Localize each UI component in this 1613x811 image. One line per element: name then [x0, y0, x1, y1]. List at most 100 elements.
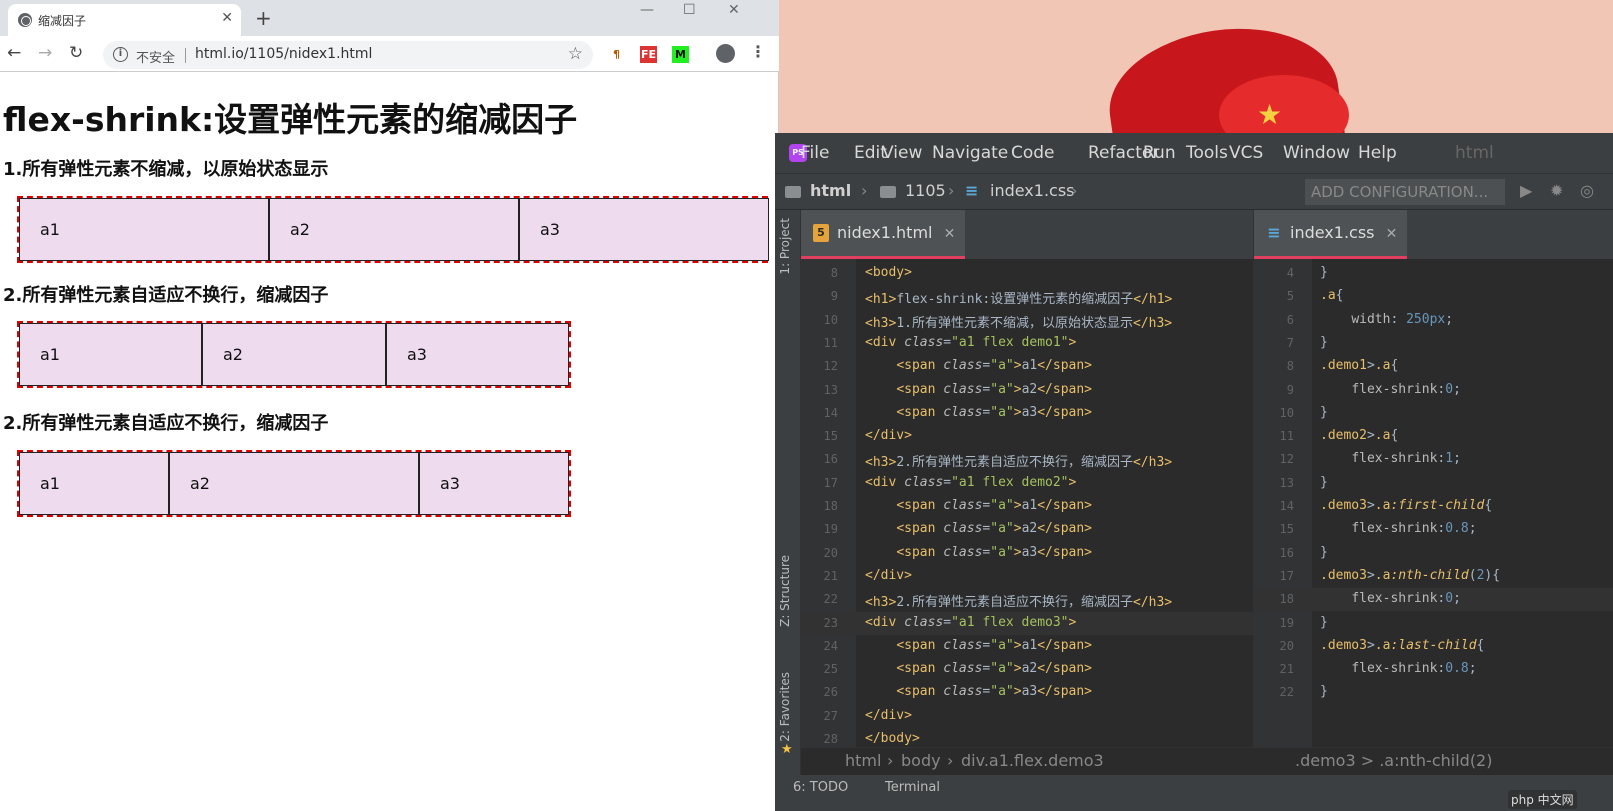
tab-index1-css[interactable]: ≡ index1.css ✕: [1254, 210, 1408, 259]
breadcrumb-css-selector[interactable]: .demo3 > .a:nth-child(2): [1295, 751, 1492, 770]
menu-vcs[interactable]: VCS: [1229, 143, 1263, 163]
line-number: 10: [1279, 405, 1294, 420]
code-line: flex-shrink:0;: [1320, 591, 1461, 606]
coverage-icon[interactable]: ◎: [1580, 181, 1594, 200]
structure-tool-button[interactable]: Z: Structure: [778, 555, 792, 627]
line-number: 9: [830, 289, 838, 304]
url-text[interactable]: html.io/1105/nidex1.html: [195, 46, 372, 62]
line-number: 22: [1279, 685, 1294, 700]
code-token: "a": [990, 358, 1014, 374]
code-token: flex-shrink: [1351, 661, 1438, 677]
ide-navigation-bar: html › 1105 › ≡ index1.css › ADD CONFIGU…: [775, 173, 1613, 210]
run-icon[interactable]: ▶: [1520, 181, 1532, 200]
code-token: </h1>: [1133, 292, 1173, 308]
line-number: 19: [1279, 615, 1294, 630]
line-number: 20: [1279, 638, 1294, 653]
menu-view[interactable]: View: [882, 143, 922, 163]
breadcrumb-div[interactable]: div.a1.flex.demo3: [961, 751, 1104, 770]
code-line: .demo1>.a{: [1320, 358, 1398, 373]
new-tab-button[interactable]: +: [255, 6, 272, 30]
code-token: "a": [990, 381, 1014, 397]
code-line: <span class="a">a3</span>: [865, 684, 1092, 699]
line-number: 17: [823, 475, 838, 490]
line-number: 11: [823, 335, 838, 350]
code-token: <span: [896, 404, 944, 420]
code-token: }: [1320, 334, 1328, 350]
code-token: class: [943, 684, 983, 700]
debug-icon[interactable]: ✹: [1550, 181, 1563, 200]
line-number: 19: [823, 522, 838, 537]
window-close-icon[interactable]: ✕: [728, 2, 740, 18]
code-token: 2.所有弹性元素自适应不换行，缩减因子: [896, 595, 1133, 611]
code-token: >: [1013, 684, 1022, 700]
code-token: ;: [1468, 661, 1477, 677]
code-token: flex-shrink:设置弹性元素的缩减因子: [896, 292, 1134, 308]
nav-crumb-file[interactable]: index1.css: [990, 181, 1075, 200]
html-code-area[interactable]: 8 <body> 9 <h1>flex-shrink:设置弹性元素的缩减因子</h1>…: [801, 259, 1253, 747]
pilcrow-extension-icon[interactable]: ¶: [608, 46, 625, 63]
demo1-container: a1 a2 a3: [17, 196, 769, 263]
code-line: width: 250px;: [1320, 312, 1453, 327]
nav-crumb-folder[interactable]: 1105: [905, 181, 946, 200]
ide-window: PS html File Edit View Navigate Code Refactor…: [775, 133, 1613, 811]
code-token: {: [1390, 358, 1399, 374]
editor-tab-strip: 5 nidex1.html ✕: [801, 210, 1253, 259]
close-tab-icon[interactable]: ✕: [944, 226, 956, 242]
favorites-tool-button[interactable]: 2: Favorites: [778, 672, 792, 742]
project-tool-button[interactable]: 1: Project: [778, 218, 792, 275]
code-token: 1.所有弹性元素不缩减，以原始状态显示: [896, 315, 1133, 331]
code-token: flex-shrink: [1351, 381, 1438, 397]
divider: [185, 48, 186, 63]
menu-navigate[interactable]: Navigate: [932, 143, 1008, 163]
menu-code[interactable]: Code: [1011, 143, 1055, 163]
menu-window[interactable]: Window: [1283, 143, 1350, 163]
bookmark-star-icon[interactable]: ☆: [568, 44, 583, 64]
maximize-icon[interactable]: ☐: [683, 2, 696, 18]
code-line: }: [1320, 545, 1328, 560]
todo-tool-button[interactable]: 6: TODO: [793, 780, 848, 795]
fe-extension-icon[interactable]: FE: [640, 46, 657, 63]
code-token: class: [943, 521, 983, 537]
close-tab-icon[interactable]: ✕: [221, 10, 233, 26]
code-line: <div class="a1 flex demo1">: [865, 335, 1076, 350]
code-line: .a{: [1320, 288, 1343, 303]
watermark-label: php 中文网: [1508, 790, 1577, 809]
profile-avatar-icon[interactable]: [716, 44, 735, 63]
code-token: .demo3: [1320, 498, 1367, 513]
add-configuration-button[interactable]: ADD CONFIGURATION...: [1305, 179, 1505, 205]
code-line: .demo3>.a:last-child{: [1320, 638, 1484, 653]
breadcrumb-body[interactable]: body: [901, 751, 941, 770]
browser-tab[interactable]: 缩减因子 ✕: [8, 4, 241, 36]
menu-file[interactable]: File: [801, 143, 829, 163]
menu-tools[interactable]: Tools: [1186, 143, 1228, 163]
code-token: >: [1013, 381, 1022, 397]
nav-crumb-project[interactable]: html: [810, 181, 851, 200]
more-menu-icon[interactable]: ⋮: [750, 42, 766, 61]
terminal-tool-button[interactable]: Terminal: [885, 780, 940, 795]
close-tab-icon[interactable]: ✕: [1386, 226, 1398, 242]
back-icon[interactable]: ←: [7, 43, 21, 63]
menu-run[interactable]: Run: [1143, 143, 1176, 163]
m-extension-icon[interactable]: M: [672, 46, 689, 63]
address-bar[interactable]: i 不安全 html.io/1105/nidex1.html ☆: [103, 41, 593, 69]
code-token: </span>: [1037, 381, 1093, 397]
reload-icon[interactable]: ↻: [69, 43, 83, 63]
info-icon[interactable]: i: [113, 47, 128, 62]
breadcrumb-html[interactable]: html: [845, 751, 881, 770]
menu-help[interactable]: Help: [1358, 143, 1397, 163]
code-token: <span: [896, 358, 944, 374]
code-token: a1: [1021, 637, 1038, 653]
code-token: <div: [865, 614, 905, 630]
line-number: 12: [1279, 452, 1294, 467]
tab-nidex1-html[interactable]: 5 nidex1.html ✕: [801, 210, 966, 259]
minimize-icon[interactable]: —: [640, 2, 654, 18]
browser-toolbar: ← → ↻ i 不安全 html.io/1105/nidex1.html ☆ ¶…: [0, 36, 779, 72]
css-code-area[interactable]: 4} 5 .a{6 width: 250px; 7} 8 .demo1>.a{9 flex…: [1254, 259, 1613, 747]
line-number: 17: [1279, 568, 1294, 583]
forward-icon[interactable]: →: [38, 43, 52, 63]
css-file-icon: ≡: [965, 181, 979, 200]
code-token: <div: [865, 334, 905, 350]
